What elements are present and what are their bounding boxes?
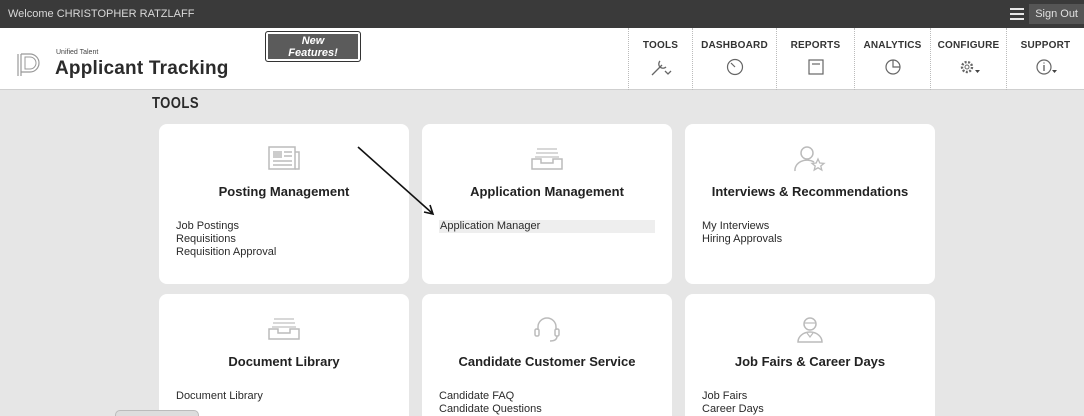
nav-analytics[interactable]: ANALYTICS	[854, 28, 930, 90]
nav-configure[interactable]: CONFIGURE	[930, 28, 1006, 90]
nav-configure-label: CONFIGURE	[937, 40, 1000, 51]
bottom-tab[interactable]	[115, 410, 199, 416]
welcome-text: Welcome CHRISTOPHER RATZLAFF	[8, 8, 195, 20]
recruiter-icon	[797, 317, 823, 343]
link-job-fairs[interactable]: Job Fairs	[702, 390, 918, 403]
logo-icon	[17, 53, 40, 76]
nav-analytics-label: ANALYTICS	[863, 40, 922, 51]
card-document-library: Document Library Document Library	[159, 294, 409, 416]
link-my-interviews[interactable]: My Interviews	[702, 220, 918, 233]
newspaper-icon	[268, 146, 300, 170]
nav-reports[interactable]: REPORTS	[776, 28, 854, 90]
hamburger-menu-icon[interactable]	[1010, 8, 1024, 20]
inbox-tray-icon	[531, 148, 563, 170]
nav-support[interactable]: SUPPORT	[1006, 28, 1084, 90]
card-title: Interviews & Recommendations	[711, 184, 909, 199]
nav-reports-label: REPORTS	[790, 40, 841, 51]
new-features-line2: Features!	[288, 47, 338, 59]
link-hiring-approvals[interactable]: Hiring Approvals	[702, 233, 918, 246]
nav-dashboard-label: DASHBOARD	[701, 40, 768, 51]
new-features-button[interactable]: New Features!	[265, 31, 361, 62]
card-interviews-recommendations: Interviews & Recommendations My Intervie…	[685, 124, 935, 284]
nav-tools-label: TOOLS	[642, 40, 679, 51]
top-bar: Welcome CHRISTOPHER RATZLAFF Sign Out	[0, 0, 1084, 28]
link-document-library[interactable]: Document Library	[176, 390, 392, 403]
report-icon	[807, 59, 824, 75]
card-title: Application Management	[470, 184, 624, 199]
card-application-management: Application Management Application Manag…	[422, 124, 672, 284]
nav-dashboard[interactable]: DASHBOARD	[692, 28, 776, 90]
brand-title: Applicant Tracking	[55, 58, 229, 79]
card-title: Candidate Customer Service	[458, 354, 636, 369]
link-candidate-faq[interactable]: Candidate FAQ	[439, 390, 655, 403]
gauge-icon	[726, 58, 743, 76]
pie-chart-icon	[884, 59, 901, 75]
wrench-icon	[651, 60, 671, 76]
card-title: Job Fairs & Career Days	[734, 354, 886, 369]
file-tray-icon	[268, 318, 300, 340]
info-icon	[1035, 59, 1057, 75]
gear-icon	[960, 60, 980, 74]
card-title: Document Library	[228, 354, 340, 369]
person-star-icon	[794, 146, 826, 172]
nav-support-label: SUPPORT	[1020, 40, 1071, 51]
brand-subtitle: Unified Talent	[56, 49, 99, 56]
link-job-postings[interactable]: Job Postings	[176, 220, 392, 233]
sign-out-button[interactable]: Sign Out	[1029, 4, 1084, 24]
link-career-days[interactable]: Career Days	[702, 403, 918, 416]
card-job-fairs-career-days: Job Fairs & Career Days Job Fairs Career…	[685, 294, 935, 416]
new-features-line1: New	[301, 35, 325, 47]
annotation-arrow-icon	[357, 146, 435, 216]
link-requisition-approval[interactable]: Requisition Approval	[176, 246, 392, 259]
card-candidate-customer-service: Candidate Customer Service Candidate FAQ…	[422, 294, 672, 416]
link-requisitions[interactable]: Requisitions	[176, 233, 392, 246]
link-candidate-questions[interactable]: Candidate Questions	[439, 403, 655, 416]
app-header: Unified Talent Applicant Tracking New Fe…	[0, 28, 1084, 90]
headset-icon	[534, 317, 560, 342]
page-title: TOOLS	[152, 95, 200, 112]
link-application-manager[interactable]: Application Manager	[439, 220, 655, 233]
nav-tools[interactable]: TOOLS	[628, 28, 692, 90]
